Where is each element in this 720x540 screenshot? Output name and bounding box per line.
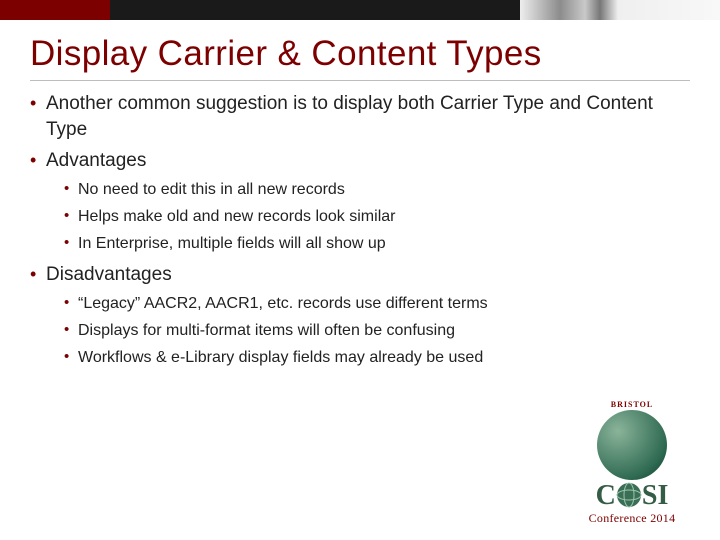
bullet-sublist: No need to edit this in all new records … — [64, 178, 690, 256]
bullet-list: Another common suggestion is to display … — [30, 91, 690, 370]
list-item-label: Disadvantages — [46, 264, 172, 285]
bullet-sublist: “Legacy” AACR2, AACR1, etc. records use … — [64, 292, 690, 370]
logo-subtext: Conference 2014 — [562, 511, 702, 526]
footer-logo: BRISTOL C SI Conference 2014 — [562, 410, 702, 526]
list-item: In Enterprise, multiple fields will all … — [64, 232, 690, 256]
slide-title: Display Carrier & Content Types — [30, 34, 690, 81]
list-item-label: Advantages — [46, 150, 146, 171]
slide-body: Display Carrier & Content Types Another … — [0, 20, 720, 370]
logo-letter: I — [657, 480, 668, 511]
list-item: Disadvantages “Legacy” AACR2, AACR1, etc… — [30, 262, 690, 370]
logo-letter — [616, 482, 642, 513]
globe-icon-circle — [597, 410, 667, 480]
list-item: Workflows & e-Library display fields may… — [64, 346, 690, 370]
list-item: “Legacy” AACR2, AACR1, etc. records use … — [64, 292, 690, 316]
list-item: Another common suggestion is to display … — [30, 91, 690, 142]
logo-letter: C — [596, 480, 616, 511]
globe-small-icon — [616, 482, 642, 508]
list-item: Advantages No need to edit this in all n… — [30, 148, 690, 256]
logo-acronym: C SI — [562, 482, 702, 513]
list-item: Displays for multi-format items will oft… — [64, 319, 690, 343]
list-item: No need to edit this in all new records — [64, 178, 690, 202]
logo-ribbon-text: BRISTOL — [611, 400, 653, 409]
logo-letter: S — [642, 480, 658, 511]
header-accent-bar — [0, 0, 720, 20]
list-item: Helps make old and new records look simi… — [64, 205, 690, 229]
globe-icon: BRISTOL — [597, 410, 667, 480]
